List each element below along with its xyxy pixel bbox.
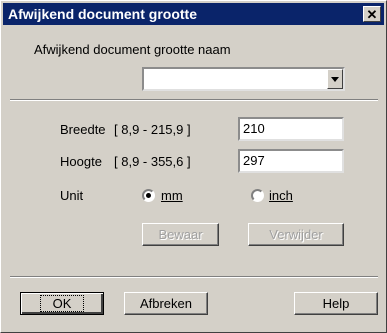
title-bar: Afwijkend document grootte ✕ <box>3 3 384 25</box>
breedte-value: 210 <box>243 121 265 136</box>
separator-bottom <box>10 276 378 278</box>
afbreken-button-label: Afbreken <box>139 296 193 311</box>
hoogte-range: [ 8,9 - 355,6 ] <box>114 154 191 169</box>
separator-top <box>10 99 378 101</box>
ok-button-label: OK <box>39 295 85 312</box>
name-combobox[interactable] <box>142 67 345 91</box>
breedte-range: [ 8,9 - 215,9 ] <box>114 122 191 137</box>
name-label: Afwijkend document grootte naam <box>34 42 231 57</box>
breedte-input[interactable]: 210 <box>238 117 344 141</box>
hoogte-label: Hoogte <box>60 154 102 169</box>
breedte-label: Breedte <box>60 122 106 137</box>
radio-selected-dot <box>146 193 151 198</box>
close-button[interactable]: ✕ <box>363 6 381 22</box>
hoogte-value: 297 <box>243 153 265 168</box>
help-button-label: Help <box>322 296 350 311</box>
unit-mm-label[interactable]: mm <box>161 188 183 203</box>
bewaar-button-label: Bewaar <box>158 227 203 242</box>
dialog-window: Afwijkend document grootte ✕ Afwijkend d… <box>0 0 387 333</box>
unit-label: Unit <box>60 188 84 203</box>
verwijder-button[interactable]: Verwijder <box>248 223 344 246</box>
unit-inch-label[interactable]: inch <box>269 188 293 203</box>
unit-mm-radio[interactable] <box>142 189 155 202</box>
chevron-down-icon <box>331 76 339 82</box>
verwijder-button-label: Verwijder <box>269 227 323 242</box>
hoogte-input[interactable]: 297 <box>238 149 344 173</box>
bewaar-button[interactable]: Bewaar <box>142 223 219 246</box>
ok-button[interactable]: OK <box>20 292 104 315</box>
window-title: Afwijkend document grootte <box>8 6 197 22</box>
dropdown-button[interactable] <box>327 69 343 89</box>
unit-inch-radio[interactable] <box>251 189 264 202</box>
afbreken-button[interactable]: Afbreken <box>124 292 208 315</box>
help-button[interactable]: Help <box>294 292 378 315</box>
close-icon: ✕ <box>366 6 378 22</box>
